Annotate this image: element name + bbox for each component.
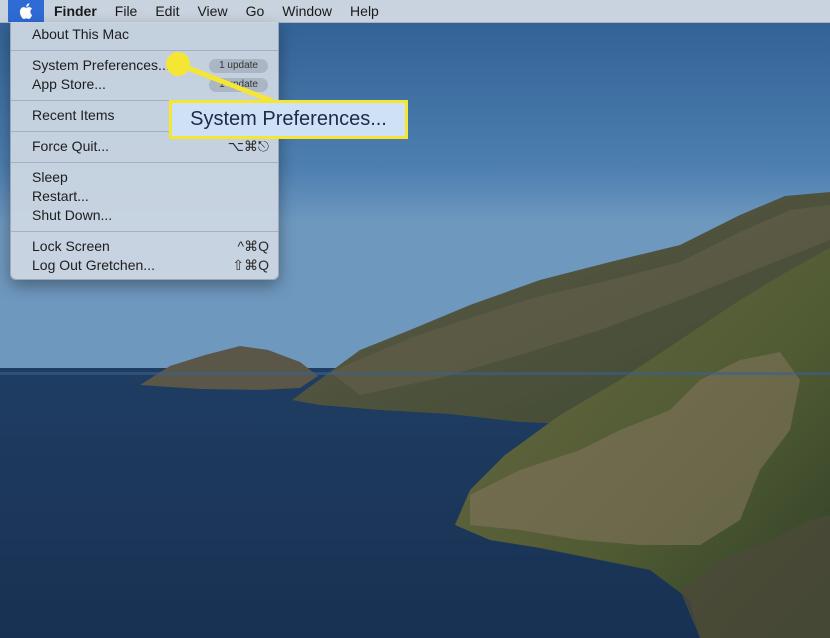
menu-item-sleep[interactable]: Sleep	[11, 168, 278, 187]
menu-bar: Finder File Edit View Go Window Help	[0, 0, 830, 23]
menu-item-lock-screen[interactable]: Lock Screen ^⌘Q	[11, 237, 278, 256]
apple-menu-button[interactable]	[8, 0, 44, 22]
menu-item-system-preferences[interactable]: System Preferences... 1 update	[11, 56, 278, 75]
menu-item-force-quit[interactable]: Force Quit... ⌥⌘⎋	[11, 137, 278, 156]
menu-item-label: Recent Items	[32, 107, 115, 123]
menu-item-label: Shut Down...	[32, 207, 113, 223]
menu-item-label: About This Mac	[32, 26, 130, 42]
update-badge: 1 update	[209, 78, 268, 92]
menu-go[interactable]: Go	[237, 0, 274, 22]
apple-menu-dropdown: About This Mac System Preferences... 1 u…	[10, 22, 279, 280]
keyboard-shortcut: ⇧⌘Q	[232, 257, 269, 273]
menu-item-label: Log Out Gretchen...	[32, 257, 155, 273]
menu-item-label: App Store...	[32, 76, 106, 92]
menu-item-label: Lock Screen	[32, 238, 110, 254]
keyboard-shortcut: ⌥⌘⎋	[227, 138, 269, 154]
apple-logo-icon	[19, 3, 33, 19]
menu-window[interactable]: Window	[273, 0, 341, 22]
menu-separator	[11, 50, 278, 51]
menu-item-shut-down[interactable]: Shut Down...	[11, 206, 278, 225]
menu-item-label: System Preferences...	[32, 57, 170, 73]
menu-file[interactable]: File	[106, 0, 147, 22]
menu-item-label: Restart...	[32, 188, 89, 204]
menu-edit[interactable]: Edit	[146, 0, 188, 22]
menu-item-restart[interactable]: Restart...	[11, 187, 278, 206]
menu-item-label: Force Quit...	[32, 138, 110, 154]
keyboard-shortcut: ^⌘Q	[237, 238, 269, 254]
menu-view[interactable]: View	[188, 0, 236, 22]
menu-item-log-out[interactable]: Log Out Gretchen... ⇧⌘Q	[11, 256, 278, 275]
menu-finder[interactable]: Finder	[44, 0, 106, 22]
callout-label: System Preferences...	[169, 100, 408, 139]
menu-separator	[11, 162, 278, 163]
update-badge: 1 update	[209, 59, 268, 73]
menu-help[interactable]: Help	[341, 0, 388, 22]
menu-separator	[11, 231, 278, 232]
menu-item-about-this-mac[interactable]: About This Mac	[11, 25, 278, 44]
menu-item-app-store[interactable]: App Store... 1 update	[11, 75, 278, 94]
menu-item-label: Sleep	[32, 169, 68, 185]
